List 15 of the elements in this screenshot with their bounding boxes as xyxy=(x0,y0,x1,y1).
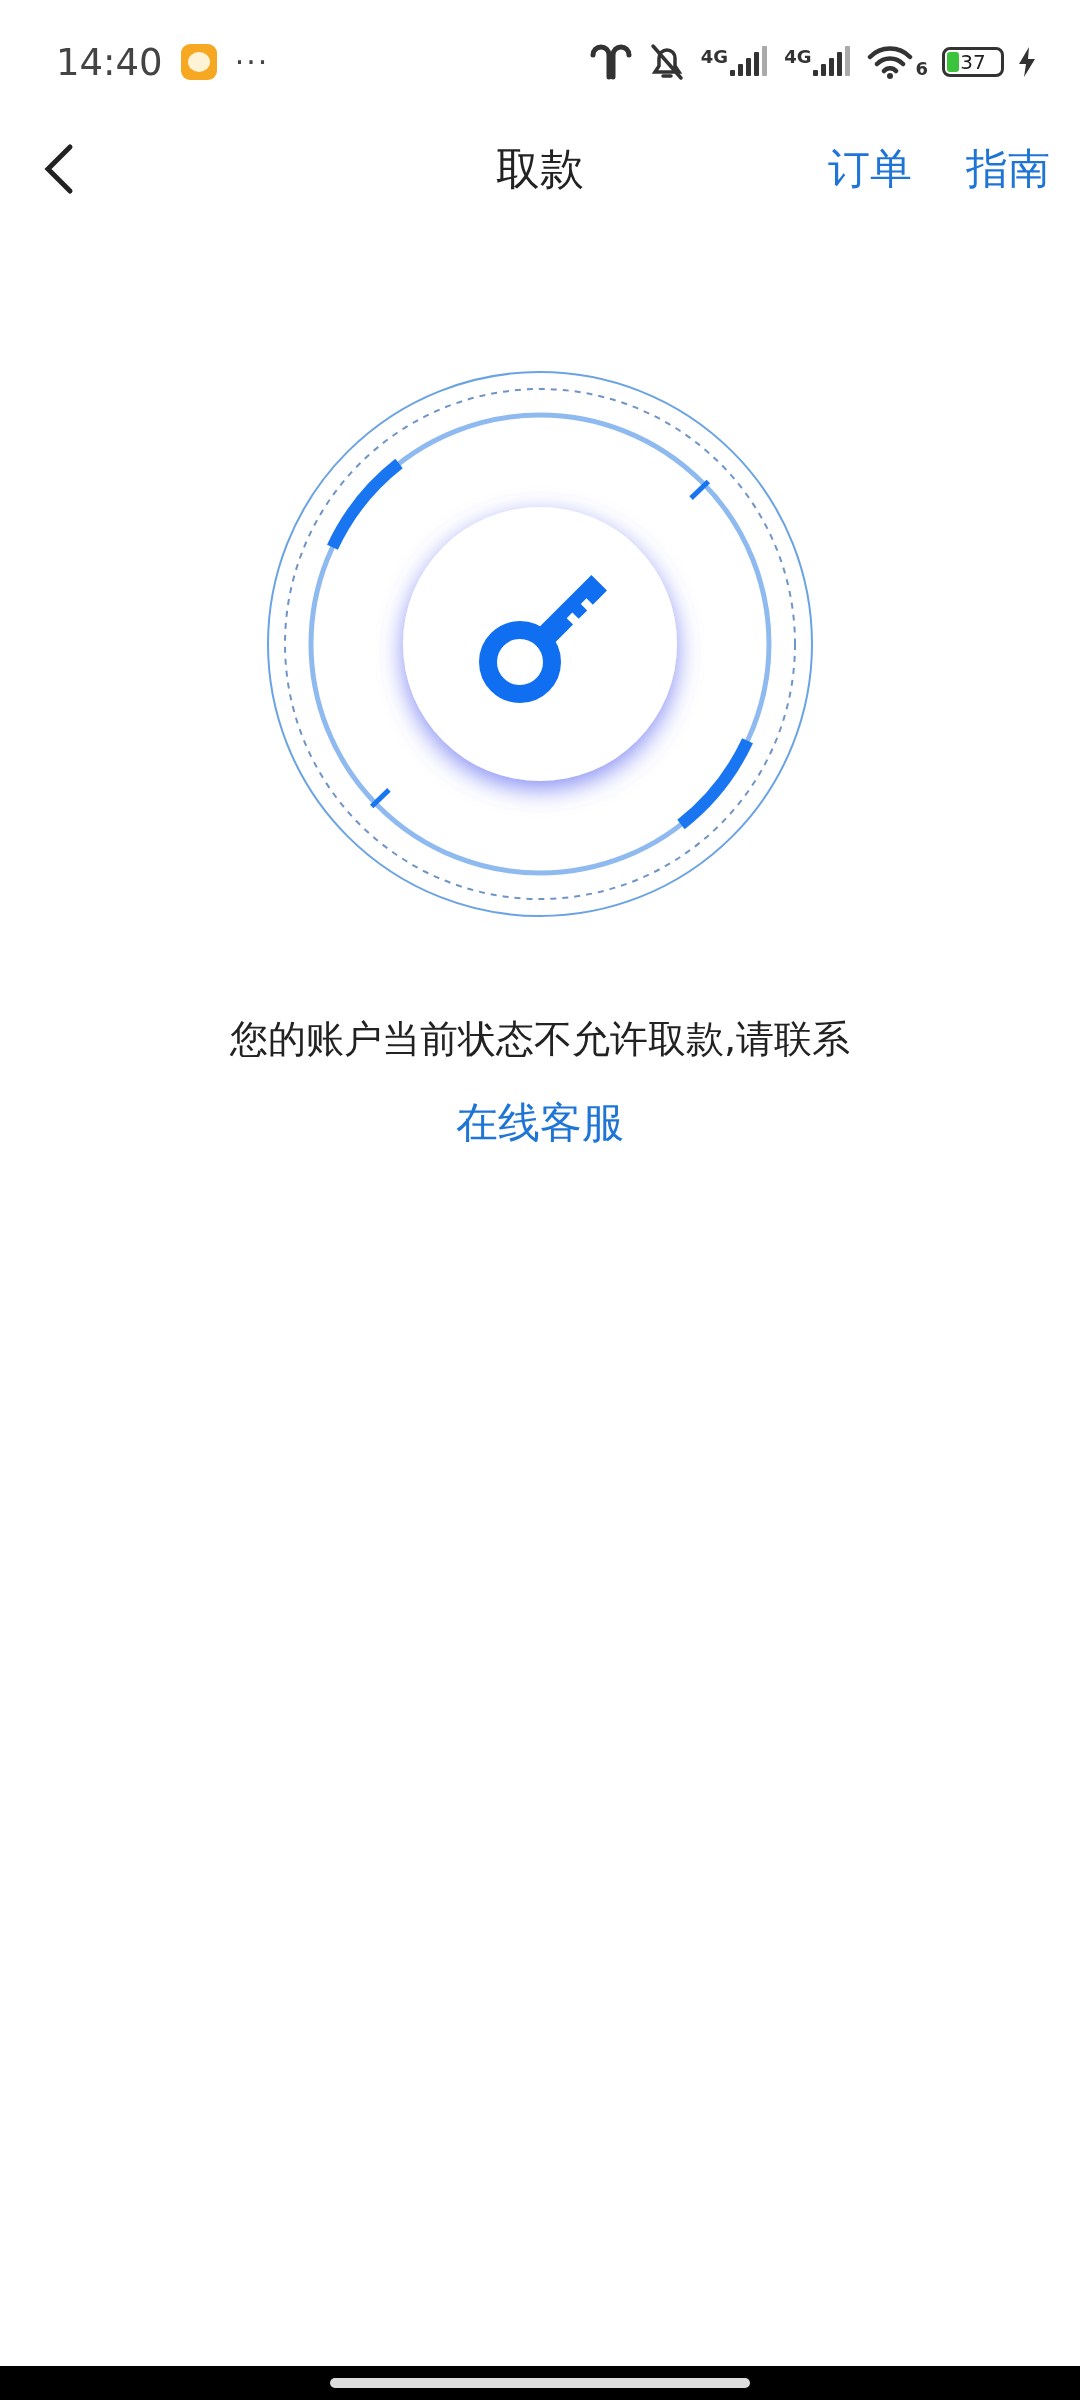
network-type: 4G xyxy=(700,46,729,67)
status-time: 14:40 xyxy=(56,40,163,84)
nav-link[interactable]: 指南 xyxy=(966,141,1050,197)
charging-icon xyxy=(1018,47,1036,77)
status-message: 您的账户当前状态不允许取款,请联系 xyxy=(229,1016,851,1063)
network-type: 4G xyxy=(784,46,812,67)
app-notification-icon xyxy=(180,44,217,80)
customer-service-link[interactable]: 在线客服 xyxy=(456,1095,624,1151)
wifi-icon xyxy=(867,45,914,79)
more-indicator: ··· xyxy=(234,44,270,80)
page-title: 取款 xyxy=(496,141,584,196)
battery-icon: 37 xyxy=(942,47,1004,77)
wifi-band-label: 6 xyxy=(915,58,928,79)
key-icon xyxy=(479,575,607,703)
nav-link[interactable]: 订单 xyxy=(828,141,912,197)
